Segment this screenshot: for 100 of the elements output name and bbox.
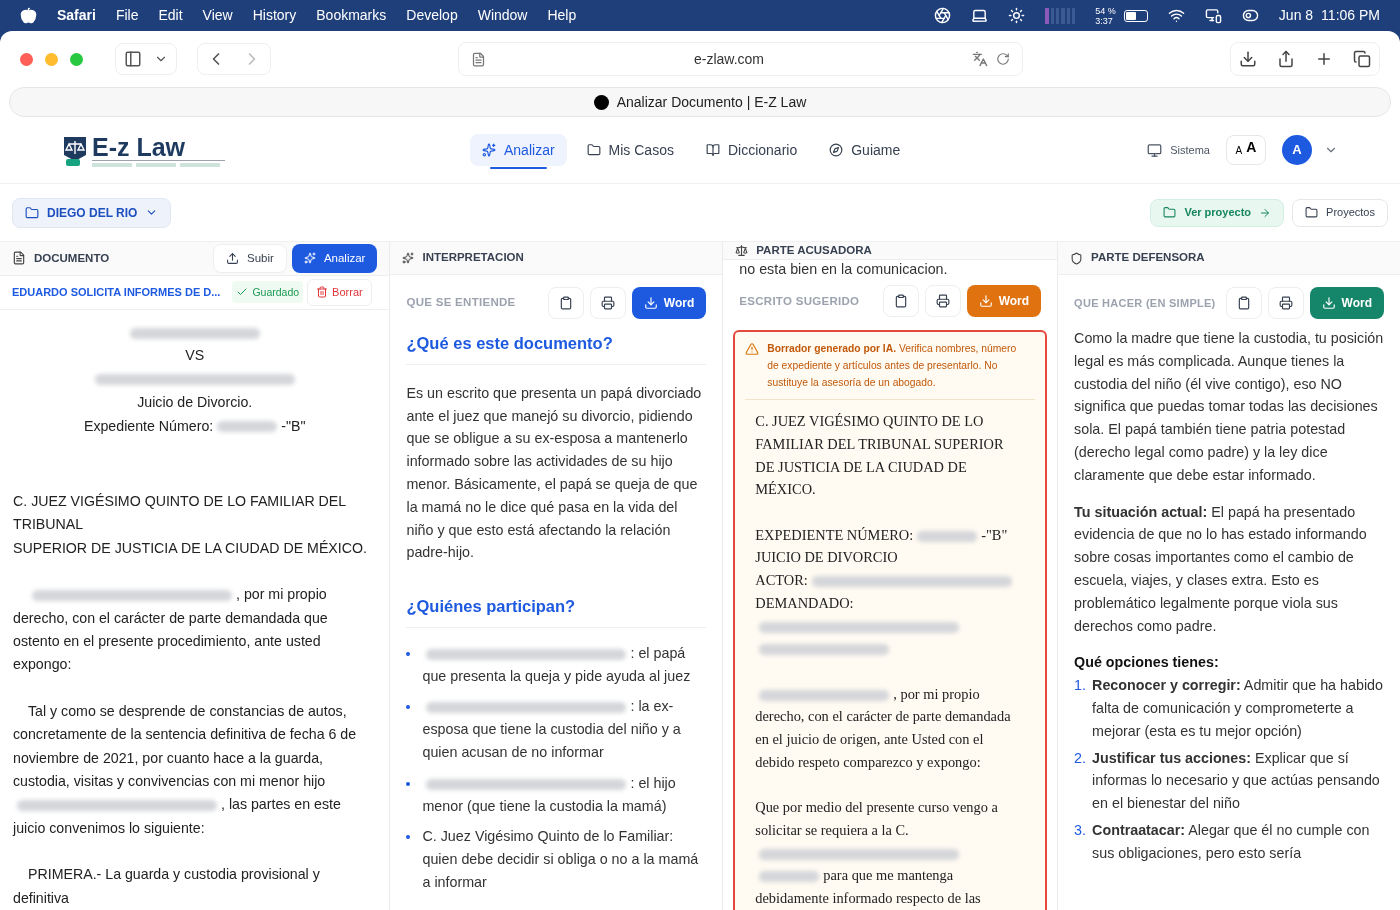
battery-icon[interactable]	[1123, 9, 1148, 22]
draft-text: , por mi propio derecho, con el carácter de parte demandada en el juicio de origen, ante Usted con el debido respeto comparezco y expongo:	[755, 684, 1012, 772]
bullet-icon	[406, 651, 411, 656]
theme-button[interactable]: Sistema	[1147, 141, 1210, 159]
menu-item[interactable]: Window	[477, 5, 528, 26]
document-text: Tal y como se desprende de constancias de autos, concretamente de la sentencia definitiva de fecha 6 de noviembre de 2021, por cuanto hace a la guarda, custodia, visitas y convivencias con mi menor hijo , las partes en este juicio convenimos lo siguiente:	[13, 701, 358, 838]
nav-tab[interactable]: Diccionario	[693, 134, 810, 166]
address-field[interactable]: e-zlaw.com	[458, 42, 1023, 76]
draft-text: ACTOR:	[755, 569, 1026, 592]
tabs-icon[interactable]	[1353, 50, 1371, 68]
menu-item[interactable]: Bookmarks	[316, 5, 387, 26]
panel-title: PARTE DEFENSORA	[1091, 250, 1205, 266]
clipboard-icon	[1236, 296, 1251, 310]
menu-date[interactable]: Jun 8	[1278, 5, 1314, 26]
project-selector[interactable]: DIEGO DEL RIO	[12, 197, 172, 228]
document-icon	[12, 251, 26, 266]
body-text: no esta bien en la comunicacion.	[738, 260, 949, 279]
printer-icon	[600, 296, 615, 310]
trash-icon	[316, 286, 329, 299]
menu-time[interactable]: 11:06 PM	[1321, 5, 1380, 26]
bullet-icon	[406, 781, 411, 786]
sidebar-icon[interactable]	[124, 50, 142, 68]
warning-icon	[745, 342, 760, 357]
nav-tab[interactable]: Mis Casos	[574, 134, 686, 166]
share-icon[interactable]	[1277, 50, 1295, 68]
battery-percent: 54 %	[1095, 5, 1116, 16]
word-download-button[interactable]: Word	[1309, 287, 1384, 319]
draft-text: JUICIO DE DIVORCIO	[755, 548, 899, 568]
copy-button[interactable]	[1225, 287, 1262, 319]
upload-button[interactable]: Subir	[213, 243, 287, 273]
display-icon[interactable]	[1204, 7, 1222, 24]
wifi-icon[interactable]	[1167, 7, 1185, 24]
menu-item[interactable]: Help	[547, 5, 577, 26]
folder-icon	[25, 205, 39, 220]
print-button[interactable]	[589, 287, 626, 319]
draft-text: C. JUEZ VIGÉSIMO QUINTO DE LO FAMILIAR DEL TRIBUNAL SUPERIOR DE JUSTICIA DE LA CIUDAD DE MÉXICO.	[755, 412, 1005, 500]
menu-app-name[interactable]: Safari	[57, 5, 96, 26]
font-size-button[interactable]: A A	[1226, 135, 1266, 165]
aperture-icon[interactable]	[934, 7, 952, 24]
translate-icon[interactable]	[972, 51, 988, 67]
ai-warning-text: Borrador generado por IA. Verifica nombres, número de expediente y artículos antes de presentarlo. No sustituye la asesoría de un abogado.	[767, 342, 1018, 391]
copy-button[interactable]	[547, 287, 584, 319]
section-heading: ¿Qué es este documento?	[406, 331, 707, 365]
section-label: QUE SE ENTIENDE	[406, 295, 517, 311]
section-heading: ¿Quiénes participan?	[406, 594, 707, 628]
analyze-button[interactable]: Analizar	[291, 243, 378, 273]
control-center-icon[interactable]	[1241, 7, 1259, 24]
document-text: VS	[184, 346, 206, 366]
browser-tab[interactable]: Analizar Documento | E-Z Law	[9, 87, 1391, 117]
apple-icon[interactable]	[20, 7, 37, 24]
options-heading: Qué opciones tienes:	[1074, 653, 1220, 673]
print-button[interactable]	[1267, 287, 1304, 319]
clipboard-icon	[893, 294, 908, 309]
printer-icon	[935, 294, 950, 309]
advice-text: Como la madre que tiene la custodia, tu posición legal es más complicada. Aunque tienes la custodia del niño (él vive contigo), eso NO significa que puedas tomar todas las decisiones sola. El papá también tiene patria potestad (derecho legal como padre) y la ley dice claramente que debe estar informado.	[1074, 329, 1384, 485]
word-download-button[interactable]: Word	[631, 287, 707, 319]
participant-text: : el hijo menor (que tiene la custodia la mamá)	[422, 773, 677, 816]
scale-logo-icon[interactable]	[62, 134, 88, 167]
print-button[interactable]	[924, 285, 961, 318]
book-icon	[705, 143, 720, 157]
summary-text: Es un escrito que presenta un papá divorciado ante el juez que manejó su divorcio, pidiendo que se obligue a su ex-esposa a mantenerlo informado sobre las actividades de su hijo menor. Básicamente, el papá se queja de que la mamá no le dice qué pasa en la vida del niño y que esto está afectando la relación padre-hijo.	[406, 383, 703, 563]
page-icon	[471, 51, 486, 67]
section-label: QUE HACER (EN SIMPLE)	[1074, 295, 1216, 311]
menu-item[interactable]: Edit	[158, 5, 183, 26]
option-text: Contraatacar: Alegar que él no cumple con sus obligaciones, pero esto sería	[1092, 820, 1371, 863]
compass-icon	[829, 143, 844, 157]
section-label: ESCRITO SUGERIDO	[739, 293, 861, 309]
saved-badge: Guardado	[232, 281, 304, 304]
sun-icon[interactable]	[1008, 7, 1026, 24]
nav-tab[interactable]: Guiame	[817, 134, 913, 166]
participant-text: : el papá que presenta la queja y pide ayuda al juez	[422, 643, 692, 686]
menu-item[interactable]: Develop	[406, 5, 458, 26]
reload-icon[interactable]	[996, 52, 1010, 66]
delete-button[interactable]: Borrar	[307, 278, 372, 306]
user-avatar[interactable]: A	[1282, 135, 1312, 165]
menu-item[interactable]: File	[115, 5, 139, 26]
projects-button[interactable]: Proyectos	[1292, 198, 1388, 227]
document-text: C. JUEZ VIGÉSIMO QUINTO DE LO FAMILIAR DEL TRIBUNAL	[13, 491, 347, 535]
copy-button[interactable]	[882, 285, 919, 318]
view-project-button[interactable]: Ver proyecto	[1150, 198, 1285, 227]
laptop-icon[interactable]	[971, 7, 989, 24]
panel-title: PARTE ACUSADORA	[756, 243, 872, 258]
document-text: PRIMERA.- La guarda y custodia provisional y definitiva	[13, 865, 321, 908]
download-icon[interactable]	[1239, 50, 1257, 68]
panel-title: DOCUMENTO	[34, 250, 110, 266]
participant-text: : la ex-esposa que tiene la custodia del niño y a quien acusan de no informar	[422, 697, 682, 763]
participant-text: C. Juez Vigésimo Quinto de lo Familiar: quien debe decidir si obliga o no a la mamá a informar	[422, 827, 700, 893]
option-number: 2.	[1074, 748, 1085, 768]
menu-item[interactable]: View	[202, 5, 233, 26]
sparkle-icon	[482, 143, 496, 157]
download-icon	[643, 296, 658, 310]
shield-icon	[1070, 251, 1084, 265]
logo-text[interactable]: E-z Law	[92, 133, 226, 161]
menu-item[interactable]: History	[252, 5, 297, 26]
draft-text: DEMANDADO:	[755, 591, 1026, 660]
close-window-button[interactable]	[20, 52, 33, 66]
nav-tab[interactable]: Analizar	[470, 134, 567, 166]
plus-icon[interactable]	[1315, 50, 1333, 68]
folder-icon	[1163, 206, 1177, 219]
bullet-icon	[406, 835, 411, 840]
